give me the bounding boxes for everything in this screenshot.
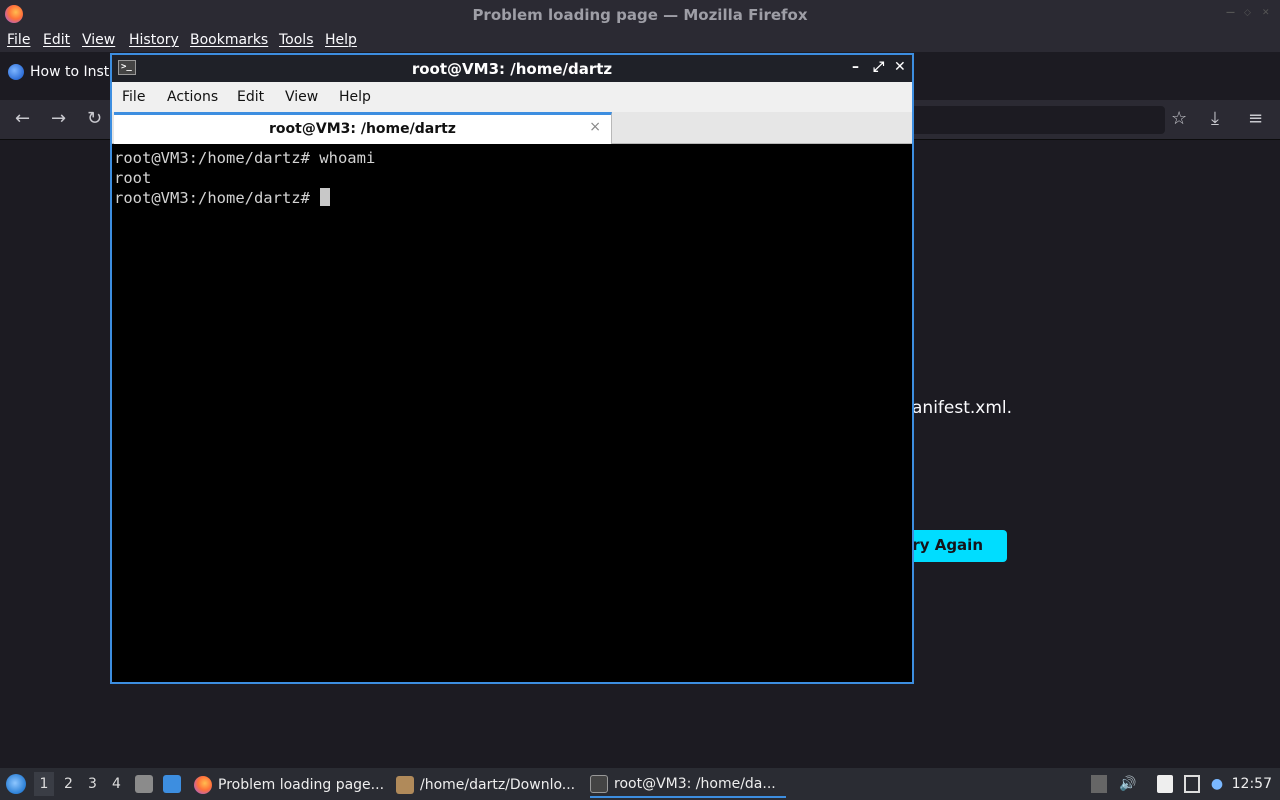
terminal-menu-actions[interactable]: Actions: [167, 89, 218, 105]
terminal-output[interactable]: root@VM3:/home/dartz# whoami root root@V…: [114, 146, 910, 682]
menu-bookmarks[interactable]: Bookmarks: [190, 32, 268, 48]
menu-edit[interactable]: Edit: [43, 32, 70, 48]
browser-tab-label: How to Insta: [30, 64, 118, 80]
try-again-button[interactable]: ry Again: [905, 530, 1007, 562]
menu-tools[interactable]: Tools: [279, 32, 314, 48]
workspace-3[interactable]: 3: [88, 776, 97, 792]
terminal-menubar: File Actions Edit View Help: [112, 82, 912, 112]
workspace-4[interactable]: 4: [112, 776, 121, 792]
start-menu-icon[interactable]: [6, 774, 26, 794]
close-icon[interactable]: ✕: [1262, 9, 1270, 18]
text-cursor: [320, 188, 331, 206]
terminal-titlebar[interactable]: >_ root@VM3: /home/dartz – ⤢ ✕: [112, 55, 912, 82]
downloads-icon[interactable]: ⤓: [1211, 108, 1219, 130]
show-desktop-icon[interactable]: [163, 775, 181, 793]
taskbar-item-label: Problem loading page...: [218, 777, 385, 793]
terminal-prompt-line: root@VM3:/home/dartz#: [114, 188, 910, 208]
error-message-text: anifest.xml.: [912, 398, 1013, 418]
terminal-tabbar: root@VM3: /home/dartz ×: [112, 112, 912, 144]
firefox-icon: [194, 776, 212, 794]
forward-icon[interactable]: →: [51, 108, 66, 130]
terminal-menu-edit[interactable]: Edit: [237, 89, 264, 105]
archive-icon: [396, 776, 414, 794]
system-tray: 🔊 ● 12:57: [1080, 768, 1280, 800]
file-manager-icon[interactable]: [135, 775, 153, 793]
terminal-menu-view[interactable]: View: [285, 89, 318, 105]
taskbar-item-label: /home/dartz/Downlo...: [420, 777, 576, 793]
minimize-icon[interactable]: —: [1226, 9, 1235, 18]
firefox-titlebar[interactable]: Problem loading page — Mozilla Firefox —…: [0, 0, 1280, 30]
firefox-window-controls: — ◇ ✕: [1226, 9, 1270, 18]
terminal-icon: [590, 775, 608, 793]
tray-arrow-icon[interactable]: [1091, 775, 1107, 793]
close-icon[interactable]: ✕: [894, 59, 906, 75]
clock[interactable]: 12:57: [1232, 776, 1272, 792]
maximize-icon[interactable]: ⤢: [873, 59, 884, 75]
terminal-line: root@VM3:/home/dartz# whoami: [114, 149, 376, 167]
terminal-window-title: root@VM3: /home/dartz: [411, 60, 613, 78]
clipboard-icon[interactable]: [1157, 775, 1173, 793]
taskbar-item-archive[interactable]: /home/dartz/Downlo...: [396, 772, 575, 798]
menu-view[interactable]: View: [82, 32, 115, 48]
terminal-menu-help[interactable]: Help: [339, 89, 371, 105]
maximize-icon[interactable]: ◇: [1244, 9, 1252, 18]
bookmark-star-icon[interactable]: ☆: [1171, 108, 1187, 130]
terminal-prompt: root@VM3:/home/dartz#: [114, 189, 320, 207]
menu-history[interactable]: History: [129, 32, 179, 48]
volume-icon[interactable]: 🔊: [1119, 775, 1136, 793]
url-bar[interactable]: [905, 106, 1165, 134]
terminal-menu-file[interactable]: File: [122, 89, 145, 105]
workspace-2[interactable]: 2: [64, 776, 73, 792]
network-icon[interactable]: [1184, 775, 1200, 793]
browser-tab[interactable]: How to Insta: [8, 64, 118, 80]
terminal-tab-label: root@VM3: /home/dartz: [269, 121, 456, 137]
desktop: Problem loading page — Mozilla Firefox —…: [0, 0, 1280, 800]
taskbar-item-firefox[interactable]: Problem loading page...: [194, 772, 384, 798]
globe-icon: [8, 64, 24, 80]
taskbar-item-label: root@VM3: /home/da...: [614, 776, 776, 792]
hamburger-menu-icon[interactable]: ≡: [1248, 108, 1263, 130]
menu-help[interactable]: Help: [325, 32, 357, 48]
terminal-tab[interactable]: root@VM3: /home/dartz ×: [114, 112, 612, 144]
taskbar-item-terminal[interactable]: root@VM3: /home/da...: [590, 772, 786, 798]
tab-close-icon[interactable]: ×: [589, 119, 601, 135]
menu-file[interactable]: File: [7, 32, 30, 48]
workspace-1[interactable]: 1: [34, 772, 54, 796]
taskbar: 1 2 3 4 Problem loading page... /home/da…: [0, 768, 1280, 800]
back-icon[interactable]: ←: [15, 108, 30, 130]
firefox-menubar: File Edit View History Bookmarks Tools H…: [0, 30, 1280, 52]
terminal-line: root: [114, 169, 152, 187]
firefox-window-title: Problem loading page — Mozilla Firefox: [472, 6, 808, 24]
notification-icon[interactable]: ●: [1209, 775, 1225, 793]
reload-icon[interactable]: ↻: [87, 108, 102, 130]
minimize-icon[interactable]: –: [852, 59, 859, 75]
terminal-window: >_ root@VM3: /home/dartz – ⤢ ✕ File Acti…: [110, 53, 914, 684]
